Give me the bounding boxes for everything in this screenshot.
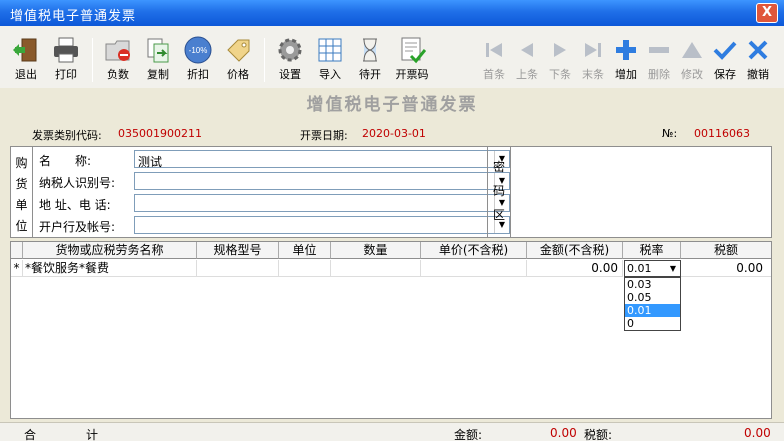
table-header-unit: 单位 (279, 242, 331, 259)
grid-import-icon (316, 36, 344, 64)
first-record-icon (480, 36, 508, 64)
buyer-address-combo[interactable]: ▼ (134, 194, 510, 212)
print-button[interactable]: 打印 (46, 36, 86, 82)
printer-icon (52, 36, 80, 64)
discount-badge-icon: -10% (184, 36, 212, 64)
total-label-2: 计 (86, 428, 99, 441)
cipher-area-label: 密 码 区 (487, 147, 511, 237)
invoice-title: 增值税电子普通发票 (306, 95, 478, 115)
settings-button[interactable]: 设置 (270, 36, 310, 82)
tax-rate-option[interactable]: 0 (625, 317, 680, 330)
invoice-no-label: №: (662, 127, 678, 140)
pending-button[interactable]: 待开 (350, 36, 390, 82)
invoice-no-value: 00116063 (694, 127, 750, 140)
type-code-label: 发票类别代码: (32, 129, 102, 142)
svg-text:-10%: -10% (189, 46, 208, 55)
buyer-taxid-combo[interactable]: ▼ (134, 172, 510, 190)
cell-spec[interactable] (197, 260, 279, 277)
table-header-marker (11, 242, 23, 259)
goods-table: 货物或应税劳务名称 规格型号 单位 数量 单价(不含税) 金额(不含税) 税率 … (10, 241, 772, 419)
gear-icon (276, 36, 304, 64)
copy-doc-icon (144, 36, 172, 64)
total-tax-label: 税额: (584, 428, 613, 441)
negative-button[interactable]: 负数 (98, 36, 138, 82)
prev-record-icon (513, 36, 541, 64)
buyer-address-label: 地 址、电 话: (39, 198, 111, 212)
type-code-value: 035001900211 (118, 127, 202, 140)
cell-unit[interactable] (279, 260, 331, 277)
invoice-code-button[interactable]: 开票码 (392, 36, 432, 82)
checkmark-icon (711, 36, 739, 64)
minus-icon (645, 36, 673, 64)
buyer-section: 购 货 单 位 名 称: 测试 ▼ 纳税人识别号: ▼ 地 址、电 话: ▼ 开… (10, 146, 772, 238)
folder-minus-icon (104, 36, 132, 64)
buyer-name-combo[interactable]: 测试 ▼ (134, 150, 510, 169)
table-header-name: 货物或应税劳务名称 (23, 242, 197, 259)
exit-door-icon (12, 36, 40, 64)
toolbar: 退出 打印 负数 复制 -10% 折扣 价格 设置 导入 待开 开票码 首条 上… (0, 26, 784, 88)
date-label: 开票日期: (300, 129, 348, 142)
cell-goods-name[interactable]: *餐饮服务*餐费 (23, 260, 197, 277)
cell-price[interactable] (421, 260, 527, 277)
tax-rate-value: 0.01 (627, 262, 652, 275)
cell-amount[interactable]: 0.00 (527, 260, 623, 277)
table-header-qty: 数量 (331, 242, 421, 259)
table-header-spec: 规格型号 (197, 242, 279, 259)
buyer-bank-label: 开户行及帐号: (39, 220, 116, 234)
exit-button[interactable]: 退出 (6, 36, 46, 82)
table-header-amount: 金额(不含税) (527, 242, 623, 259)
plus-icon (612, 36, 640, 64)
tax-rate-option[interactable]: 0.05 (625, 291, 680, 304)
undo-button[interactable]: 撤销 (738, 36, 778, 82)
chevron-down-icon[interactable]: ▼ (666, 261, 680, 276)
price-tag-icon (224, 36, 252, 64)
close-button[interactable]: X (756, 3, 778, 23)
buyer-taxid-label: 纳税人识别号: (39, 176, 116, 190)
hourglass-icon (356, 36, 384, 64)
total-label-1: 合 (24, 428, 37, 441)
table-header-tax: 税额 (681, 242, 771, 259)
cell-qty[interactable] (331, 260, 421, 277)
invoice-check-icon (398, 36, 427, 64)
last-record-icon (579, 36, 607, 64)
triangle-up-icon (678, 36, 706, 64)
next-record-icon (546, 36, 574, 64)
tax-rate-dropdown: 0.03 0.05 0.01 0 (624, 277, 681, 331)
table-header-price: 单价(不含税) (421, 242, 527, 259)
date-value: 2020-03-01 (362, 127, 426, 140)
totals-bar: 合 计 金额: 0.00 税额: 0.00 (0, 422, 784, 441)
toolbar-separator (264, 38, 265, 82)
discount-button[interactable]: -10% 折扣 (178, 36, 218, 82)
undo-icon (744, 36, 772, 64)
table-header-rate: 税率 (623, 242, 681, 259)
import-button[interactable]: 导入 (310, 36, 350, 82)
tax-rate-select[interactable]: 0.01 ▼ (624, 260, 681, 277)
buyer-name-label: 名 称: (39, 154, 92, 168)
buyer-section-label: 购 货 单 位 (11, 147, 33, 237)
price-button[interactable]: 价格 (218, 36, 258, 82)
window-titlebar: 增值税电子普通发票 X (0, 0, 784, 26)
total-amount-label: 金额: (454, 428, 483, 441)
tax-rate-option[interactable]: 0.03 (625, 278, 680, 291)
total-tax-value: 0.00 (744, 426, 771, 440)
cell-tax[interactable]: 0.00 (681, 260, 771, 277)
window-title: 增值税电子普通发票 (10, 9, 137, 24)
toolbar-separator (92, 38, 93, 82)
buyer-bank-combo[interactable]: ▼ (134, 216, 510, 234)
row-marker[interactable]: * (11, 260, 23, 277)
tax-rate-option-selected[interactable]: 0.01 (625, 304, 680, 317)
copy-button[interactable]: 复制 (138, 36, 178, 82)
buyer-name-value: 测试 (138, 155, 163, 169)
total-amount-value: 0.00 (550, 426, 577, 440)
